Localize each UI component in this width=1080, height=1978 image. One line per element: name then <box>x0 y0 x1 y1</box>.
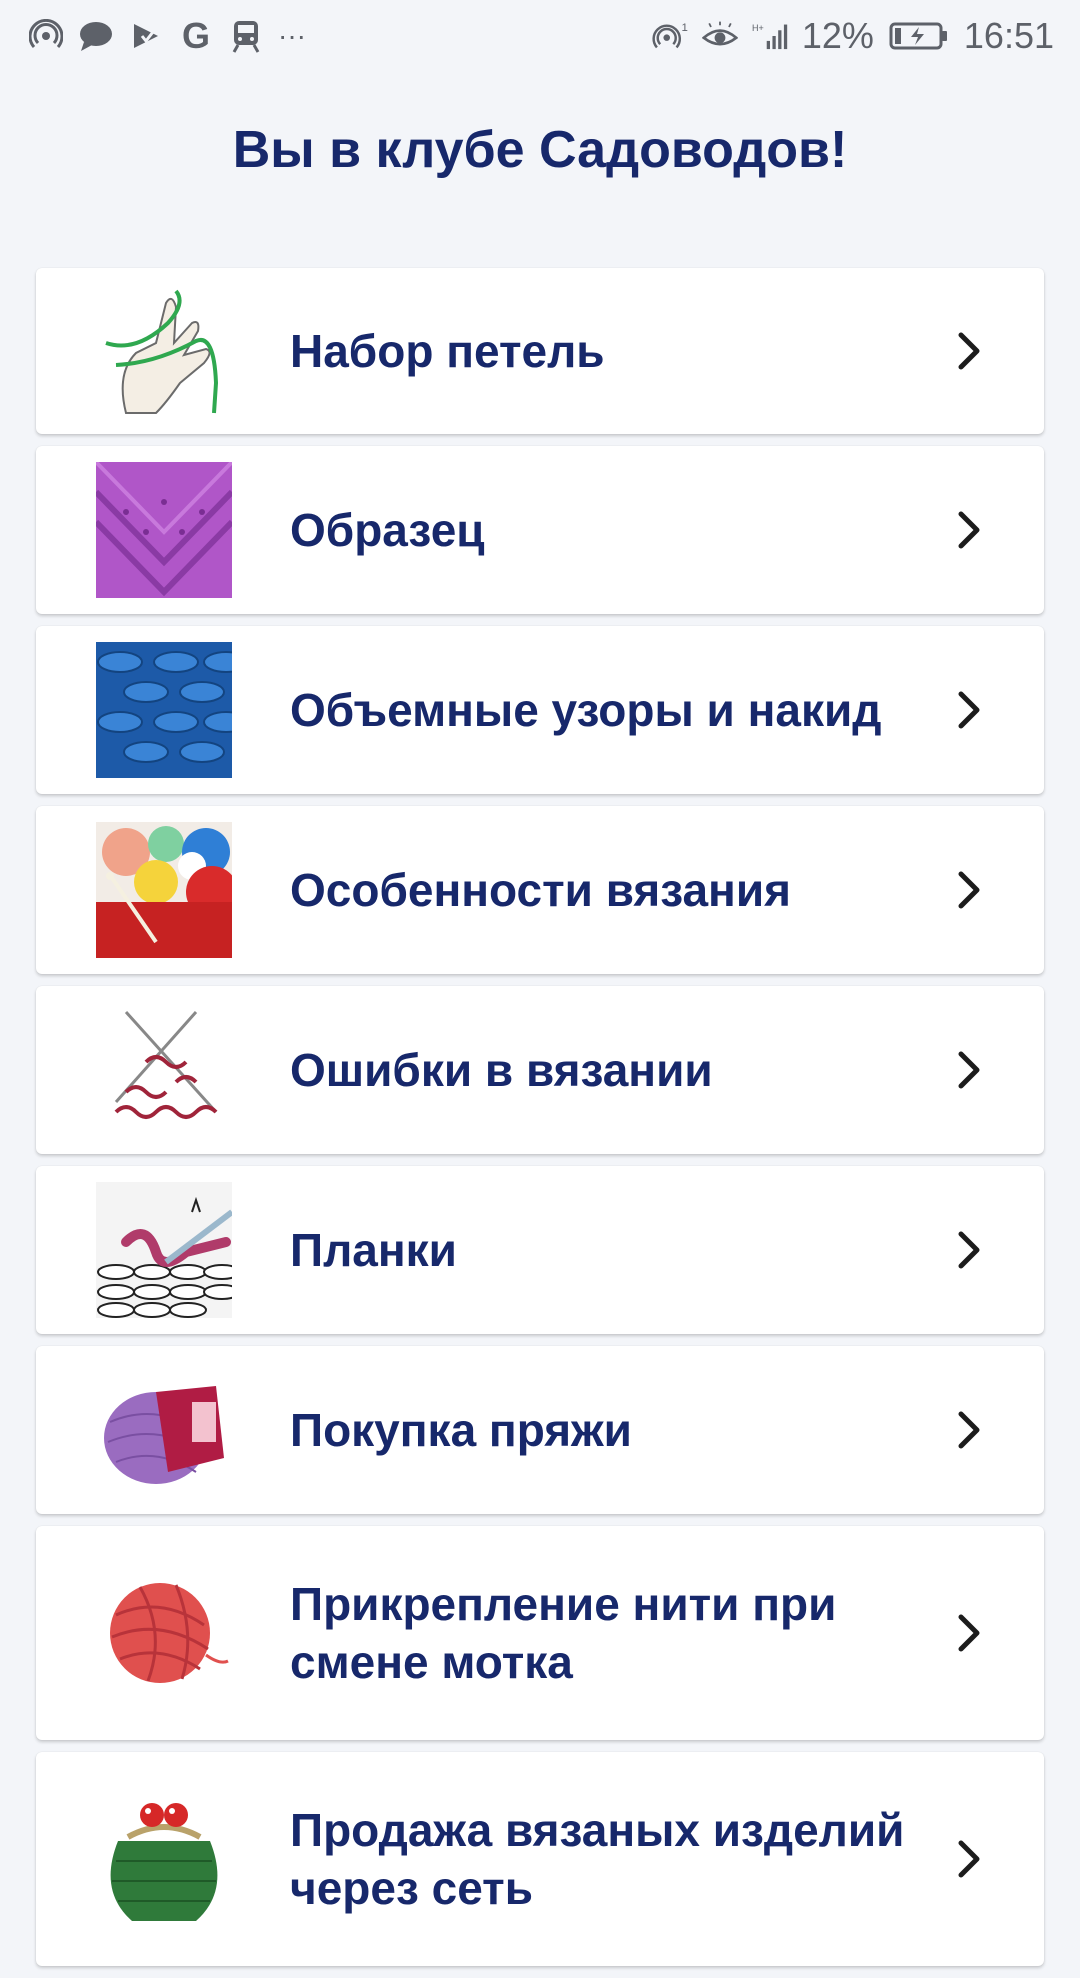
list-item-volume-patterns[interactable]: Объемные узоры и накид <box>36 626 1044 794</box>
list-item-cast-on[interactable]: Набор петель <box>36 268 1044 434</box>
status-system: 1 H+ 12% 16:51 <box>652 15 1054 57</box>
chevron-right-icon <box>952 508 988 552</box>
chevron-right-icon <box>952 688 988 732</box>
google-letter: G <box>181 15 210 56</box>
topic-list: Набор петель Образец Объемные узоры и на… <box>36 268 1044 1978</box>
chat-bubble-icon <box>78 18 114 54</box>
chevron-right-icon <box>952 1611 988 1655</box>
list-item-label: Покупка пряжи <box>290 1404 632 1456</box>
list-item-label: Объемные узоры и накид <box>290 684 882 736</box>
chevron-right-icon <box>952 329 988 373</box>
list-item-bands[interactable]: Планки <box>36 1166 1044 1334</box>
list-item-label: Особенности вязания <box>290 864 791 916</box>
more-notifications-indicator: ··· <box>278 20 306 51</box>
chevron-right-icon <box>952 1408 988 1452</box>
chevron-right-icon <box>952 1837 988 1881</box>
list-item-knitting-mistakes[interactable]: Ошибки в вязании <box>36 986 1044 1154</box>
google-icon: G <box>178 15 214 56</box>
list-item-label: Планки <box>290 1224 457 1276</box>
clock: 16:51 <box>963 15 1054 56</box>
list-item-buying-yarn[interactable]: Покупка пряжи <box>36 1346 1044 1514</box>
purple-knit-swatch-icon <box>96 462 232 598</box>
chevron-right-icon <box>952 1228 988 1272</box>
knitting-needles-diagram-icon <box>96 1002 232 1138</box>
eye-comfort-icon <box>701 18 738 54</box>
blue-cable-knit-icon <box>96 642 232 778</box>
status-notifications: G ··· <box>28 15 306 56</box>
list-item-label: Образец <box>290 504 485 556</box>
hand-cast-on-icon <box>96 283 232 419</box>
list-item-label: Продажа вязаных изделий через сеть <box>290 1804 905 1914</box>
list-item-label: Ошибки в вязании <box>290 1044 713 1096</box>
svg-text:H+: H+ <box>752 23 764 33</box>
battery-percent: 12% <box>801 15 874 56</box>
send-check-icon <box>128 18 164 54</box>
list-item-selling-online[interactable]: Продажа вязаных изделий через сеть <box>36 1752 1044 1966</box>
list-item-attaching-thread[interactable]: Прикрепление нити при смене мотка <box>36 1526 1044 1740</box>
list-item-knitting-features[interactable]: Особенности вязания <box>36 806 1044 974</box>
battery-charging-icon <box>888 18 950 54</box>
list-item-label: Набор петель <box>290 325 605 377</box>
train-icon <box>228 18 264 54</box>
yarn-balls-icon <box>96 822 232 958</box>
hotspot-count-icon: 1 <box>652 18 688 54</box>
purple-yarn-skein-icon <box>96 1362 232 1498</box>
status-bar: G ··· 1 H+ 12% 16:51 <box>0 0 1080 72</box>
hotspot-icon <box>28 18 64 54</box>
svg-text:1: 1 <box>681 22 687 34</box>
page-title: Вы в клубе Садоводов! <box>232 121 848 179</box>
chevron-right-icon <box>952 868 988 912</box>
list-item-label: Прикрепление нити при смене мотка <box>290 1578 837 1688</box>
crochet-diagram-icon <box>96 1182 232 1318</box>
chevron-right-icon <box>952 1048 988 1092</box>
red-yarn-ball-icon <box>96 1565 232 1701</box>
signal-strength-icon: H+ <box>752 18 788 54</box>
list-item-swatch[interactable]: Образец <box>36 446 1044 614</box>
knitted-purse-icon <box>96 1791 232 1927</box>
